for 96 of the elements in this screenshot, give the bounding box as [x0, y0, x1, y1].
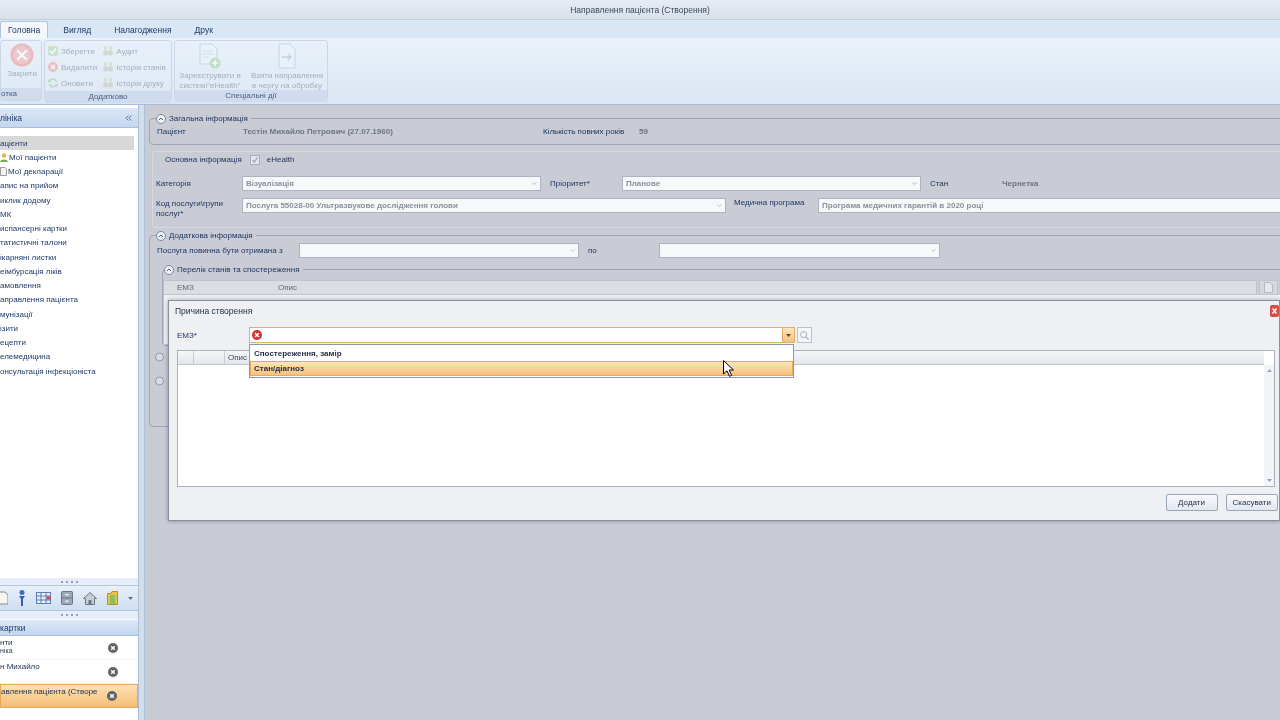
field-label: Кількість повних років: [543, 126, 626, 136]
nav-item[interactable]: мунізації: [0, 307, 134, 322]
ribbon-tab[interactable]: Вигляд: [55, 21, 100, 38]
field-label: Медична програма: [734, 198, 806, 207]
panel-title: лініка: [0, 112, 23, 123]
field-label: Код послуги\групи послуг*: [156, 198, 224, 219]
panel-title: картки: [0, 622, 26, 633]
refresh-icon: [48, 78, 58, 88]
caret-up-icon: [1266, 369, 1272, 372]
table-icon[interactable]: [36, 592, 51, 604]
cross-circle-icon: [10, 43, 35, 67]
patient-value: Тестін Михайло Петрович (27.07.1960): [243, 126, 394, 136]
checkbox-label: eHealth: [266, 155, 295, 164]
document-arrow-icon: [278, 43, 296, 69]
check-icon: [48, 46, 58, 56]
nav-item[interactable]: МК: [0, 207, 134, 222]
field-label: Категорія: [156, 178, 192, 188]
scrollbar[interactable]: [1264, 365, 1274, 486]
folder-icon[interactable]: [107, 591, 118, 605]
dialog-title: Причина створення: [175, 306, 253, 316]
nav-item[interactable]: ікарняні листки: [0, 250, 134, 265]
search-icon: [800, 330, 809, 340]
close-icon[interactable]: [108, 642, 118, 653]
field-label: Пріоритет*: [550, 178, 591, 188]
dialog-button[interactable]: Скасувати: [1225, 494, 1278, 511]
ribbon-group-label: Спеціальні дії: [175, 90, 327, 102]
person-icon[interactable]: [18, 590, 26, 606]
dropdown-option[interactable]: Стан/діагноз: [250, 361, 793, 376]
ribbon-tab[interactable]: Налагодження: [106, 21, 180, 38]
window-item-title: н Михайло: [0, 662, 40, 671]
dropdown-button[interactable]: [782, 328, 794, 342]
field-label: Пацієнт: [157, 126, 187, 136]
age-value: 59: [639, 126, 648, 136]
nav-item[interactable]: онсультація інфекціоніста: [0, 364, 134, 379]
section-title: Додаткова інформація: [169, 231, 253, 240]
chevron-down-icon[interactable]: [128, 596, 133, 600]
binoculars-icon: [103, 78, 114, 88]
nav-item[interactable]: испансерні картки: [0, 221, 134, 236]
column-header[interactable]: Опис: [225, 350, 248, 365]
nav-item[interactable]: апис на прийом: [0, 178, 134, 193]
caret-down-icon: [1266, 479, 1272, 482]
grip-icon[interactable]: [60, 580, 78, 583]
section-title: Загальна інформація: [169, 114, 248, 123]
close-icon[interactable]: [1270, 305, 1279, 317]
nav-item[interactable]: ацієнти: [0, 136, 134, 151]
dropdown-option[interactable]: Спостереження, замір: [250, 346, 793, 361]
column-header[interactable]: ЕМЗ: [164, 283, 265, 292]
binoculars-icon: [103, 62, 114, 72]
collapse-icon[interactable]: [156, 113, 166, 124]
field-label: Послуга повинна бути отримана з: [157, 246, 284, 255]
nav-item[interactable]: ізити: [0, 321, 134, 336]
field-label: ЕМЗ*: [177, 330, 198, 340]
status-value: Чернетка: [1002, 178, 1039, 188]
window-title: Направлення пацієнта (Створення): [570, 4, 710, 15]
ribbon-group-label: Додатково: [45, 91, 171, 103]
collapse-icon[interactable]: [156, 230, 166, 241]
column-header[interactable]: Опис: [265, 283, 298, 292]
dialog-button[interactable]: Додати: [1165, 494, 1218, 511]
section-title: Основна інформація: [165, 155, 242, 164]
close-icon[interactable]: [108, 666, 118, 677]
ribbon-group-label: отка: [1, 88, 41, 100]
caret-icon: [786, 333, 791, 337]
nav-item[interactable]: иклик додому: [0, 193, 134, 208]
document-icon[interactable]: [0, 591, 8, 605]
nav-item[interactable]: ецепти: [0, 335, 134, 350]
nav-item[interactable]: амовлення: [0, 278, 134, 293]
open-window-item[interactable]: авлення пацієнта (Створе: [0, 684, 138, 708]
collapse-icon[interactable]: [125, 114, 132, 121]
collapse-icon[interactable]: [164, 264, 174, 275]
binoculars-icon: [103, 46, 114, 56]
ribbon-tab[interactable]: Друк: [186, 21, 221, 38]
combo-field[interactable]: [249, 327, 795, 343]
field-label: Стан: [930, 178, 950, 188]
section-title: Перелік станів та спостереження: [177, 265, 300, 274]
combo-field[interactable]: [299, 243, 579, 258]
page-icon: [1264, 282, 1273, 293]
combo-field[interactable]: [659, 243, 940, 258]
cross-circle-icon: [48, 62, 58, 72]
nav-item[interactable]: Мої пацієнти: [0, 150, 134, 165]
cabinet-icon[interactable]: [61, 591, 73, 605]
person-icon: [0, 152, 8, 162]
field-label: по: [588, 246, 598, 255]
nav-item[interactable]: Мої декларації: [0, 164, 134, 179]
close-icon[interactable]: [107, 691, 117, 701]
nav-item[interactable]: аправлення пацієнта: [0, 292, 134, 307]
ribbon-tab[interactable]: Головна: [0, 21, 49, 38]
window-item-title: нти: [0, 638, 13, 647]
nav-item[interactable]: татистичні талони: [0, 235, 134, 250]
ring-icon[interactable]: [155, 352, 164, 362]
nav-item[interactable]: еімбурсація ліків: [0, 264, 134, 279]
home-icon[interactable]: [83, 591, 97, 605]
document-plus-icon: [199, 43, 221, 69]
grid-button[interactable]: [1259, 280, 1278, 295]
nav-item[interactable]: елемедицина: [0, 349, 134, 364]
window-item-title: авлення пацієнта (Створе: [1, 687, 98, 696]
ring-icon[interactable]: [155, 376, 164, 386]
